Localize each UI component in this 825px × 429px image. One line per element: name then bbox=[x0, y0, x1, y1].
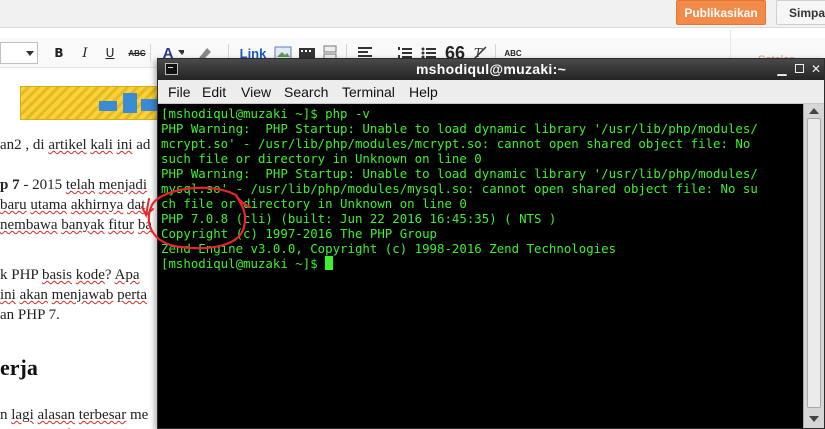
terminal-line: such file or directory in Unknown on lin… bbox=[161, 151, 482, 166]
misspelled-word: Apa bbox=[114, 267, 140, 283]
misspelled-word: akan bbox=[19, 287, 48, 303]
misspelled-word: akhirnya bbox=[70, 197, 124, 213]
terminal-output[interactable]: [mshodiqul@muzaki ~]$ php -v PHP Warning… bbox=[158, 104, 803, 428]
post-body-text: an PHP 7. bbox=[0, 307, 60, 323]
terminal-line: PHP Warning: PHP Startup: Unable to load… bbox=[161, 166, 758, 181]
save-button[interactable]: Simpan bbox=[776, 0, 825, 25]
misspelled-word: alasan bbox=[37, 407, 75, 423]
terminal-line: Zend Engine v3.0.0, Copyright (c) 1998-2… bbox=[161, 241, 617, 256]
misspelled-word: baru bbox=[0, 197, 27, 213]
minimize-icon[interactable]: ▁ bbox=[775, 62, 789, 76]
editor-top-bar: Publikasikan Simpan bbox=[0, 0, 825, 28]
post-body-text: an2 , di bbox=[0, 137, 49, 153]
post-body-text: n bbox=[0, 407, 12, 423]
post-body-line: ini akan menjawab perta bbox=[0, 285, 147, 305]
misspelled-word: artikel bbox=[48, 137, 87, 153]
strikethrough-button[interactable]: ABC bbox=[126, 44, 148, 62]
post-body-line: n lagi alasan terbesar me bbox=[0, 405, 148, 425]
misspelled-word: banyak bbox=[61, 217, 105, 233]
post-body-text: p 7 bbox=[0, 177, 20, 193]
terminal-line: Copyright (c) 1997-2016 The PHP Group bbox=[161, 226, 438, 241]
underline-button[interactable]: U bbox=[103, 44, 117, 62]
post-body-line: k PHP basis kode? Apa bbox=[0, 265, 139, 285]
menu-file[interactable]: File bbox=[168, 80, 191, 104]
misspelled-word: nembawa bbox=[0, 217, 58, 233]
terminal-line: ch file or directory in Unknown on line … bbox=[161, 196, 467, 211]
menu-help[interactable]: Help bbox=[409, 80, 438, 104]
misspelled-word: basis bbox=[41, 267, 72, 283]
terminal-title-bar[interactable]: mshodiqul@muzaki:~ ▁ ✕ bbox=[158, 59, 824, 80]
post-body-text: ad bbox=[132, 137, 151, 153]
terminal-scrollbar[interactable] bbox=[803, 104, 824, 428]
maximize-icon[interactable] bbox=[792, 62, 806, 76]
banner-decoration bbox=[99, 101, 117, 111]
window-title: mshodiqul@muzaki:~ bbox=[415, 61, 567, 77]
post-body-line: baru utama akhirnya dat bbox=[0, 195, 145, 215]
misspelled-word: kode bbox=[75, 267, 105, 283]
terminal-window[interactable]: mshodiqul@muzaki:~ ▁ ✕ File Edit View Se… bbox=[157, 58, 825, 429]
scroll-down-icon[interactable] bbox=[809, 416, 819, 422]
misspelled-word: lagi bbox=[11, 407, 34, 423]
menu-edit[interactable]: Edit bbox=[202, 80, 226, 104]
misspelled-word: perta bbox=[117, 287, 148, 303]
terminal-prompt: [mshodiqul@muzaki ~]$ bbox=[161, 256, 326, 271]
bold-button[interactable]: B bbox=[52, 44, 66, 62]
close-icon[interactable]: ✕ bbox=[809, 62, 823, 76]
misspelled-word: dat bbox=[127, 197, 146, 213]
terminal-line: mcrypt.so' - /usr/lib/php/modules/mcrypt… bbox=[161, 136, 751, 151]
menu-search[interactable]: Search bbox=[284, 80, 328, 104]
misspelled-word: telah bbox=[65, 177, 95, 193]
terminal-line: PHP Warning: PHP Startup: Unable to load… bbox=[161, 121, 758, 136]
misspelled-word: ini bbox=[0, 287, 16, 303]
misspelled-word: menjadi bbox=[98, 177, 148, 193]
post-body-line: nembawa banyak fitur ba bbox=[0, 215, 152, 235]
misspelled-word: fitur bbox=[108, 217, 135, 233]
post-heading: erja bbox=[0, 355, 38, 380]
banner-decoration bbox=[123, 93, 137, 113]
terminal-line: [mshodiqul@muzaki ~]$ php -v bbox=[161, 106, 370, 121]
italic-button[interactable]: I bbox=[78, 44, 92, 62]
post-body-line: an2 , di artikel kali ini ad bbox=[0, 135, 150, 155]
menu-view[interactable]: View bbox=[241, 80, 271, 104]
terminal-line: mysql.so' - /usr/lib/php/modules/mysql.s… bbox=[161, 181, 758, 196]
terminal-prompt-line[interactable]: [mshodiqul@muzaki ~]$ bbox=[161, 256, 334, 271]
scroll-thumb[interactable] bbox=[807, 118, 821, 408]
scroll-up-icon[interactable] bbox=[809, 108, 819, 114]
toolbar-divider bbox=[150, 44, 151, 62]
post-body-line: asakan. Refactoring inti bbox=[0, 425, 143, 429]
font-size-select[interactable] bbox=[0, 42, 38, 64]
menu-terminal[interactable]: Terminal bbox=[342, 80, 395, 104]
terminal-line: PHP 7.0.8 (cli) (built: Jun 22 2016 16:4… bbox=[161, 211, 557, 226]
misspelled-word: utama bbox=[30, 197, 68, 213]
publish-button[interactable]: Publikasikan bbox=[676, 0, 766, 25]
misspelled-word: kali bbox=[90, 137, 113, 153]
post-body-text: - 2015 bbox=[19, 177, 66, 193]
post-body-line: p 7 - 2015 telah menjadi bbox=[0, 175, 147, 195]
terminal-menu-bar: File Edit View Search Terminal Help bbox=[158, 80, 824, 104]
post-body-line: an PHP 7. bbox=[0, 305, 60, 325]
article-banner-image bbox=[20, 86, 160, 120]
post-body-text: me bbox=[126, 407, 149, 423]
misspelled-word: ba bbox=[137, 217, 153, 233]
post-body-text: k PHP bbox=[0, 267, 42, 283]
misspelled-word: terbesar bbox=[78, 407, 127, 423]
text-cursor bbox=[325, 256, 334, 270]
misspelled-word: ini bbox=[116, 137, 133, 153]
misspelled-word: menjawab bbox=[51, 287, 114, 303]
chevron-down-icon bbox=[26, 51, 34, 56]
